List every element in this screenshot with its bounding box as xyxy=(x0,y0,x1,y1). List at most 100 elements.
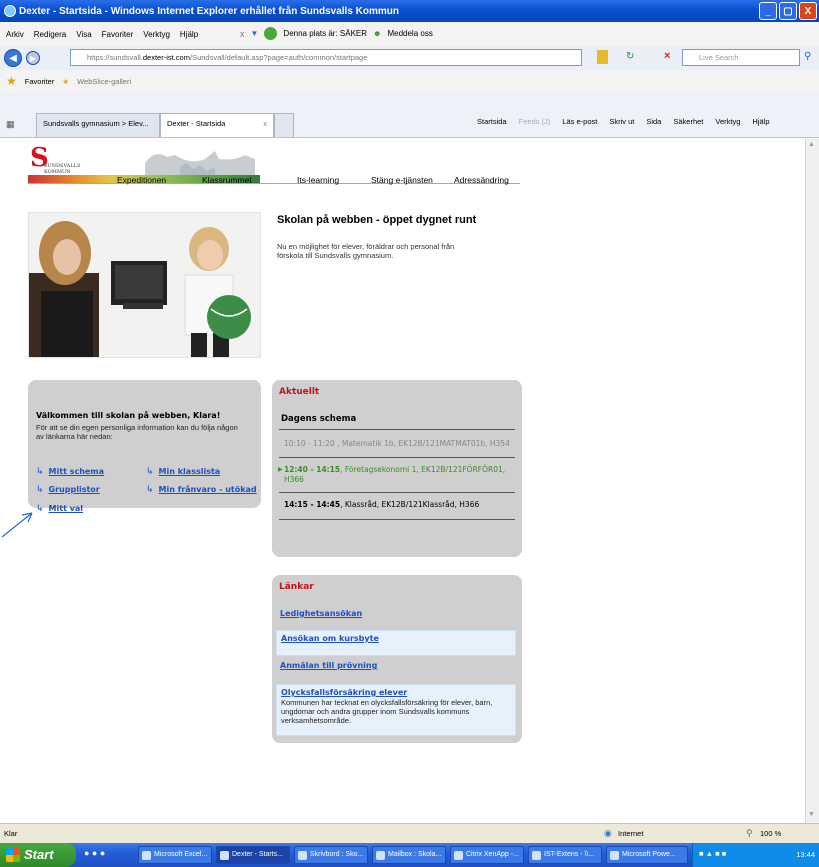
favorites-button[interactable]: Favoriter xyxy=(25,77,55,86)
cmd-read-mail[interactable]: Läs e-post xyxy=(562,117,597,126)
link-ansokan-kursbyte[interactable]: Ansökan om kursbyte xyxy=(281,634,379,643)
nav-stang-etjansten[interactable]: Stäng e-tjänsten xyxy=(371,175,433,185)
menu-hjalp[interactable]: Hjälp xyxy=(180,30,198,39)
scroll-up-icon[interactable]: ▲ xyxy=(808,141,818,151)
link-min-klasslista[interactable]: ↳ Min klasslista xyxy=(146,467,220,477)
schedule-divider xyxy=(279,492,515,493)
intro-text: Nu en möjlighet för elever, föräldrar oc… xyxy=(277,242,455,260)
task-powerpoint[interactable]: Microsoft Powe... xyxy=(606,846,688,864)
lock-icon[interactable] xyxy=(597,50,608,64)
schedule-divider xyxy=(279,457,515,458)
link-row: Ledighetsansökan xyxy=(276,606,516,621)
new-tab-button[interactable] xyxy=(274,113,294,137)
stop-icon[interactable]: × xyxy=(664,50,670,62)
schedule-divider xyxy=(279,429,515,430)
tab-dexter-startsida[interactable]: Dexter - Startsida x xyxy=(160,113,274,137)
search-icon[interactable]: ⚲ xyxy=(804,51,811,62)
tray-icons[interactable]: ■ ▲ ■ ■ xyxy=(699,849,726,858)
windows-taskbar: Start ● ● ● Microsoft Excel... Dexter - … xyxy=(0,843,819,867)
current-marker-icon: ▶ xyxy=(278,466,283,473)
aktuellt-heading: Aktuellt xyxy=(279,387,320,397)
webslice-gallery-link[interactable]: WebSlice-galleri xyxy=(77,77,131,86)
page-content: S SUNDSVALLS KOMMUN Expeditionen Klassru… xyxy=(0,139,805,823)
task-ist-extens[interactable]: IST-Extens - \\... xyxy=(528,846,602,864)
cmd-print[interactable]: Skriv ut xyxy=(609,117,634,126)
nav-expeditionen[interactable]: Expeditionen xyxy=(117,175,166,185)
url-input[interactable]: https://sundsvall.dexter-ist.com/Sundsva… xyxy=(70,49,582,66)
task-citrix[interactable]: Citrix XenApp -... xyxy=(450,846,524,864)
link-mitt-schema[interactable]: ↳ Mitt schema xyxy=(36,467,104,477)
minimize-button[interactable]: _ xyxy=(759,2,777,20)
scroll-down-icon[interactable]: ▼ xyxy=(808,811,818,821)
nav-its-learning[interactable]: Its-learning xyxy=(297,175,339,185)
link-anmalan-provning[interactable]: Anmälan till prövning xyxy=(280,661,377,670)
windows-logo-icon xyxy=(6,848,20,862)
security-status[interactable]: Denna plats är: SÄKER xyxy=(283,29,367,38)
add-favorite-icon[interactable]: ★ xyxy=(62,77,69,86)
welcome-title: Välkommen till skolan på webben, Klara! xyxy=(36,411,221,420)
report-link[interactable]: Meddela oss xyxy=(387,29,432,38)
schedule-divider xyxy=(279,519,515,520)
city-skyline-image xyxy=(145,151,255,179)
link-grupplistor[interactable]: ↳ Grupplistor xyxy=(36,485,100,495)
nav-underline xyxy=(28,183,520,184)
task-skrivbord[interactable]: Skrivbord : Sko... xyxy=(294,846,368,864)
vertical-scrollbar[interactable]: ▲ ▼ xyxy=(805,139,819,823)
intro-title: Skolan på webben - öppet dygnet runt xyxy=(277,214,477,226)
back-button[interactable]: ◀ xyxy=(4,49,22,67)
cmd-startsida[interactable]: Startsida xyxy=(477,117,507,126)
zoom-icon[interactable]: ⚲ xyxy=(746,828,753,839)
nav-klassrummet[interactable]: Klassrummet xyxy=(202,175,252,185)
security-zone[interactable]: Internet xyxy=(618,829,643,838)
tab-close-icon[interactable]: x xyxy=(263,119,267,128)
link-ledighetsansokan[interactable]: Ledighetsansökan xyxy=(280,609,362,618)
clock[interactable]: 13:44 xyxy=(796,850,815,859)
status-text: Klar xyxy=(4,829,18,838)
cmd-page[interactable]: Sida xyxy=(646,117,661,126)
close-button[interactable]: X xyxy=(799,2,817,20)
security-shield-icon xyxy=(264,27,278,40)
welcome-text: För att se din egen personliga informati… xyxy=(36,423,238,441)
search-input[interactable]: Live Search xyxy=(682,49,800,66)
forward-button[interactable]: ▶ xyxy=(26,51,40,65)
status-bar: Klar ◉ Internet ⚲ 100 % xyxy=(0,823,819,843)
url-path: /Sundsvall/default.asp?page=auth/common/… xyxy=(189,53,368,62)
url-prefix: https://sundsvall. xyxy=(87,53,143,62)
nav-adressandring[interactable]: Adressändring xyxy=(454,175,509,185)
globe-icon: ◉ xyxy=(604,828,612,838)
task-dexter[interactable]: Dexter - Starts... xyxy=(216,846,290,864)
menu-verktyg[interactable]: Verktyg xyxy=(143,30,170,39)
cmd-help[interactable]: Hjälp xyxy=(752,117,769,126)
start-button[interactable]: Start xyxy=(0,843,76,867)
task-mailbox[interactable]: Mailbox : Skola... xyxy=(372,846,446,864)
maximize-button[interactable]: ▢ xyxy=(779,2,797,20)
tab-bar: ▦ Sundsvalls gymnasium > Elev... Dexter … xyxy=(0,92,819,138)
link-olycksfallsforsakring[interactable]: Olycksfallsförsäkring elever xyxy=(281,688,407,697)
menu-favoriter[interactable]: Favoriter xyxy=(102,30,134,39)
schedule-item-current: ▶ 12:40 - 14:15, Företagsekonomi 1, EK12… xyxy=(278,465,506,484)
cmd-safety[interactable]: Säkerhet xyxy=(673,117,703,126)
window-title: Dexter - Startsida - Windows Internet Ex… xyxy=(19,5,399,17)
task-excel[interactable]: Microsoft Excel... xyxy=(138,846,212,864)
link-mitt-val[interactable]: ↳ Mitt val xyxy=(36,504,83,514)
quicklaunch-icons[interactable]: ● ● ● xyxy=(84,848,105,858)
students-photo xyxy=(28,212,261,358)
menu-arkiv[interactable]: Arkiv xyxy=(6,30,24,39)
link-arrow-icon: ↳ xyxy=(36,485,44,495)
cmd-tools[interactable]: Verktyg xyxy=(715,117,740,126)
schedule-title: Dagens schema xyxy=(281,414,357,424)
ie-icon xyxy=(4,5,16,17)
zoom-level[interactable]: 100 % xyxy=(760,829,781,838)
close-x-icon[interactable]: x xyxy=(240,29,245,39)
annotation-arrow xyxy=(1,512,33,538)
tab-sundsvalls-gymnasium[interactable]: Sundsvalls gymnasium > Elev... xyxy=(36,113,160,137)
lankar-heading: Länkar xyxy=(279,582,314,592)
refresh-icon[interactable]: ↻ xyxy=(626,51,634,62)
tools-icon[interactable]: ▼ xyxy=(251,29,259,38)
menu-bar: Arkiv Redigera Visa Favoriter Verktyg Hj… xyxy=(0,22,819,46)
quick-tabs-icon[interactable]: ▦ xyxy=(6,119,15,130)
link-min-franvaro[interactable]: ↳ Min frånvaro - utökad xyxy=(146,485,257,495)
menu-visa[interactable]: Visa xyxy=(76,30,91,39)
menu-redigera[interactable]: Redigera xyxy=(34,30,66,39)
cmd-feeds[interactable]: Feeds (J) xyxy=(519,117,551,126)
